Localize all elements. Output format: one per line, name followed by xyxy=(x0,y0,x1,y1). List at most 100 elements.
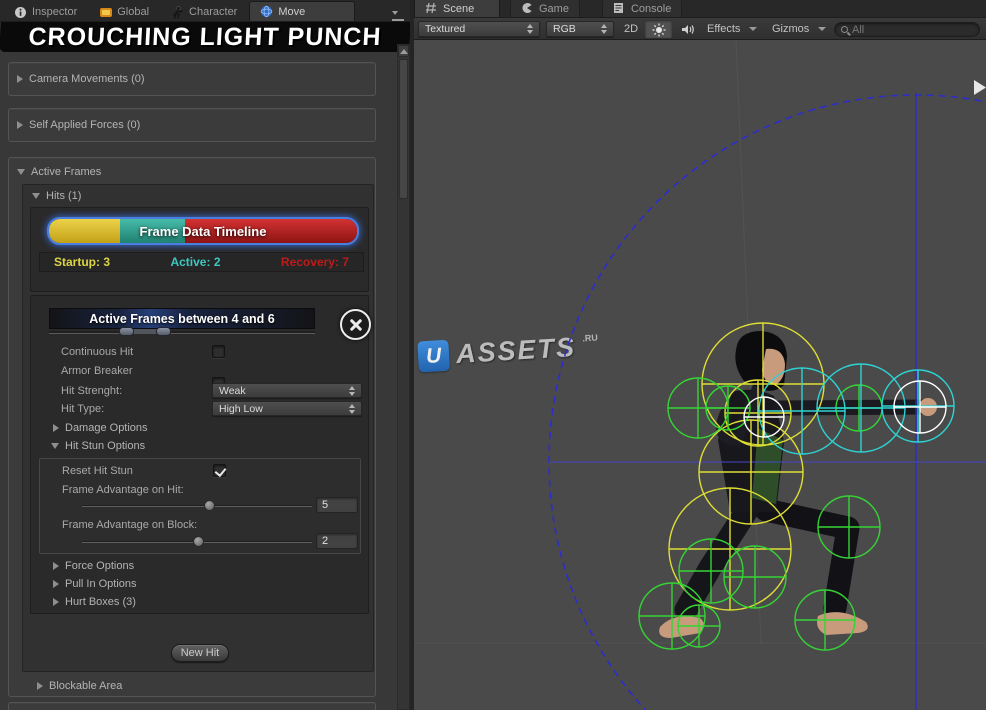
pull-in-options-label: Pull In Options xyxy=(65,578,137,590)
lighting-toggle-button[interactable] xyxy=(645,20,672,38)
section-active-frames: Active Frames Hits (1) Frame Data Timeli… xyxy=(8,157,376,697)
audio-toggle-button[interactable] xyxy=(674,20,700,38)
foldout-closed-icon xyxy=(17,75,23,83)
hit-type-dropdown[interactable]: High Low xyxy=(212,401,362,416)
recovery-frames: Recovery: 7 xyxy=(280,255,349,269)
damage-options-foldout[interactable]: Damage Options xyxy=(53,422,148,434)
tab-global[interactable]: Global xyxy=(89,3,159,21)
scrollbar-up-arrow[interactable] xyxy=(398,45,409,57)
frame-advantage-block-field[interactable]: 2 xyxy=(316,533,358,549)
frame-advantage-hit-slider[interactable] xyxy=(82,505,312,507)
next-section-box xyxy=(8,702,376,710)
tab-game-label: Game xyxy=(539,2,569,15)
foldout-open-icon xyxy=(51,443,59,449)
hit-strength-label: Hit Strenght: xyxy=(61,385,123,397)
force-options-label: Force Options xyxy=(65,560,135,572)
console-icon xyxy=(613,2,626,15)
gizmos-label: Gizmos xyxy=(772,23,810,35)
sun-icon xyxy=(652,23,666,36)
hurt-box-gizmo[interactable] xyxy=(701,322,825,446)
collision-box-gizmo[interactable] xyxy=(723,545,787,609)
hit-strength-value: Weak xyxy=(219,384,246,397)
tab-scene[interactable]: Scene xyxy=(414,0,500,17)
hurt-boxes-label: Hurt Boxes (3) xyxy=(65,596,136,608)
hurt-box-gizmo[interactable] xyxy=(698,419,804,525)
speaker-icon xyxy=(681,23,694,36)
effects-dropdown[interactable]: Effects xyxy=(703,21,765,37)
active-frames-foldout[interactable]: Active Frames xyxy=(9,158,375,178)
hit-box-gizmo[interactable] xyxy=(816,363,906,453)
frame-advantage-hit-field[interactable]: 5 xyxy=(316,497,358,513)
range-max-handle[interactable] xyxy=(156,327,171,336)
collision-box-gizmo[interactable] xyxy=(638,582,706,650)
hits-foldout[interactable]: Hits (1) xyxy=(23,185,373,202)
hit-type-value: High Low xyxy=(219,402,263,415)
tab-console-label: Console xyxy=(630,2,672,15)
contact-point-gizmo[interactable] xyxy=(743,396,785,438)
hits-label: Hits (1) xyxy=(46,190,82,202)
hits-group: Hits (1) Frame Data Timeline Startup: 3 xyxy=(22,184,374,672)
scene-gizmo-canvas xyxy=(414,40,986,710)
character-runner-icon xyxy=(171,5,184,19)
draw-mode-value: Textured xyxy=(425,23,466,35)
contact-point-gizmo[interactable] xyxy=(893,380,947,434)
foldout-closed-icon xyxy=(53,580,59,588)
move-title: CROUCHING LIGHT PUNCH xyxy=(0,22,411,52)
draw-mode-dropdown[interactable]: Textured xyxy=(418,21,540,37)
tab-move[interactable]: Move xyxy=(249,1,356,21)
tab-inspector[interactable]: Inspector xyxy=(4,3,87,21)
section-self-applied-forces[interactable]: Self Applied Forces (0) xyxy=(8,108,376,142)
blockable-area-foldout[interactable]: Blockable Area xyxy=(37,680,122,692)
foldout-closed-icon xyxy=(37,682,43,690)
chevron-down-icon xyxy=(818,27,827,31)
active-frames-label: Active Frames xyxy=(31,166,102,178)
hit-stun-options-foldout[interactable]: Hit Stun Options xyxy=(51,440,145,452)
active-frames-range-track[interactable] xyxy=(49,331,315,334)
new-hit-button[interactable]: New Hit xyxy=(171,644,229,662)
active-frames-count: Active: 2 xyxy=(170,255,221,269)
dropdown-stepper-icon xyxy=(349,403,355,414)
gizmos-dropdown[interactable]: Gizmos xyxy=(768,21,828,37)
scene-search-input[interactable]: All xyxy=(834,22,980,37)
scene-viewport[interactable]: U ASSETS .RU xyxy=(414,40,986,710)
collision-box-gizmo[interactable] xyxy=(817,495,881,559)
foldout-closed-icon xyxy=(17,121,23,129)
force-options-foldout[interactable]: Force Options xyxy=(53,560,134,572)
frame-data-timeline-bar[interactable]: Frame Data Timeline xyxy=(47,217,359,245)
tab-character[interactable]: Character xyxy=(161,3,247,21)
hurt-boxes-foldout[interactable]: Hurt Boxes (3) xyxy=(53,596,136,608)
foldout-open-icon xyxy=(32,193,40,199)
tab-console[interactable]: Console xyxy=(601,0,683,17)
panel-menu-icon[interactable] xyxy=(392,6,406,24)
startup-frames: Startup: 3 xyxy=(54,255,111,269)
reset-hit-stun-checkbox[interactable] xyxy=(213,464,226,477)
tab-scene-label: Scene xyxy=(443,2,475,15)
tab-global-label: Global xyxy=(117,6,150,18)
section-camera-movements[interactable]: Camera Movements (0) xyxy=(8,62,376,96)
range-min-handle[interactable] xyxy=(119,327,134,336)
collision-box-gizmo[interactable] xyxy=(678,538,744,604)
collision-box-gizmo[interactable] xyxy=(705,385,751,431)
frame-advantage-hit-label: Frame Advantage on Hit: xyxy=(62,484,184,496)
tab-game[interactable]: Game xyxy=(510,0,580,17)
move-icon xyxy=(260,5,273,18)
collision-box-gizmo[interactable] xyxy=(794,589,856,651)
continuous-hit-checkbox[interactable] xyxy=(212,345,225,358)
inspector-scrollbar[interactable] xyxy=(397,44,410,710)
tab-character-label: Character xyxy=(189,6,238,18)
collision-box-gizmo[interactable] xyxy=(677,604,721,648)
color-mode-dropdown[interactable]: RGB xyxy=(546,21,614,37)
damage-options-label: Damage Options xyxy=(65,422,148,434)
scrollbar-thumb[interactable] xyxy=(399,59,408,199)
dropdown-stepper-icon xyxy=(601,24,607,34)
close-hit-button[interactable] xyxy=(340,309,371,340)
foldout-closed-icon xyxy=(53,424,59,432)
frame-advantage-hit-handle[interactable] xyxy=(204,500,215,511)
ufe-icon xyxy=(99,6,113,19)
pull-in-options-foldout[interactable]: Pull In Options xyxy=(53,578,137,590)
timeline-frame-counts: Startup: 3 Active: 2 Recovery: 7 xyxy=(39,252,364,272)
frame-advantage-block-handle[interactable] xyxy=(193,536,204,547)
hit-strength-dropdown[interactable]: Weak xyxy=(212,383,362,398)
foldout-closed-icon xyxy=(53,562,59,570)
2d-toggle-button[interactable]: 2D xyxy=(618,20,644,38)
